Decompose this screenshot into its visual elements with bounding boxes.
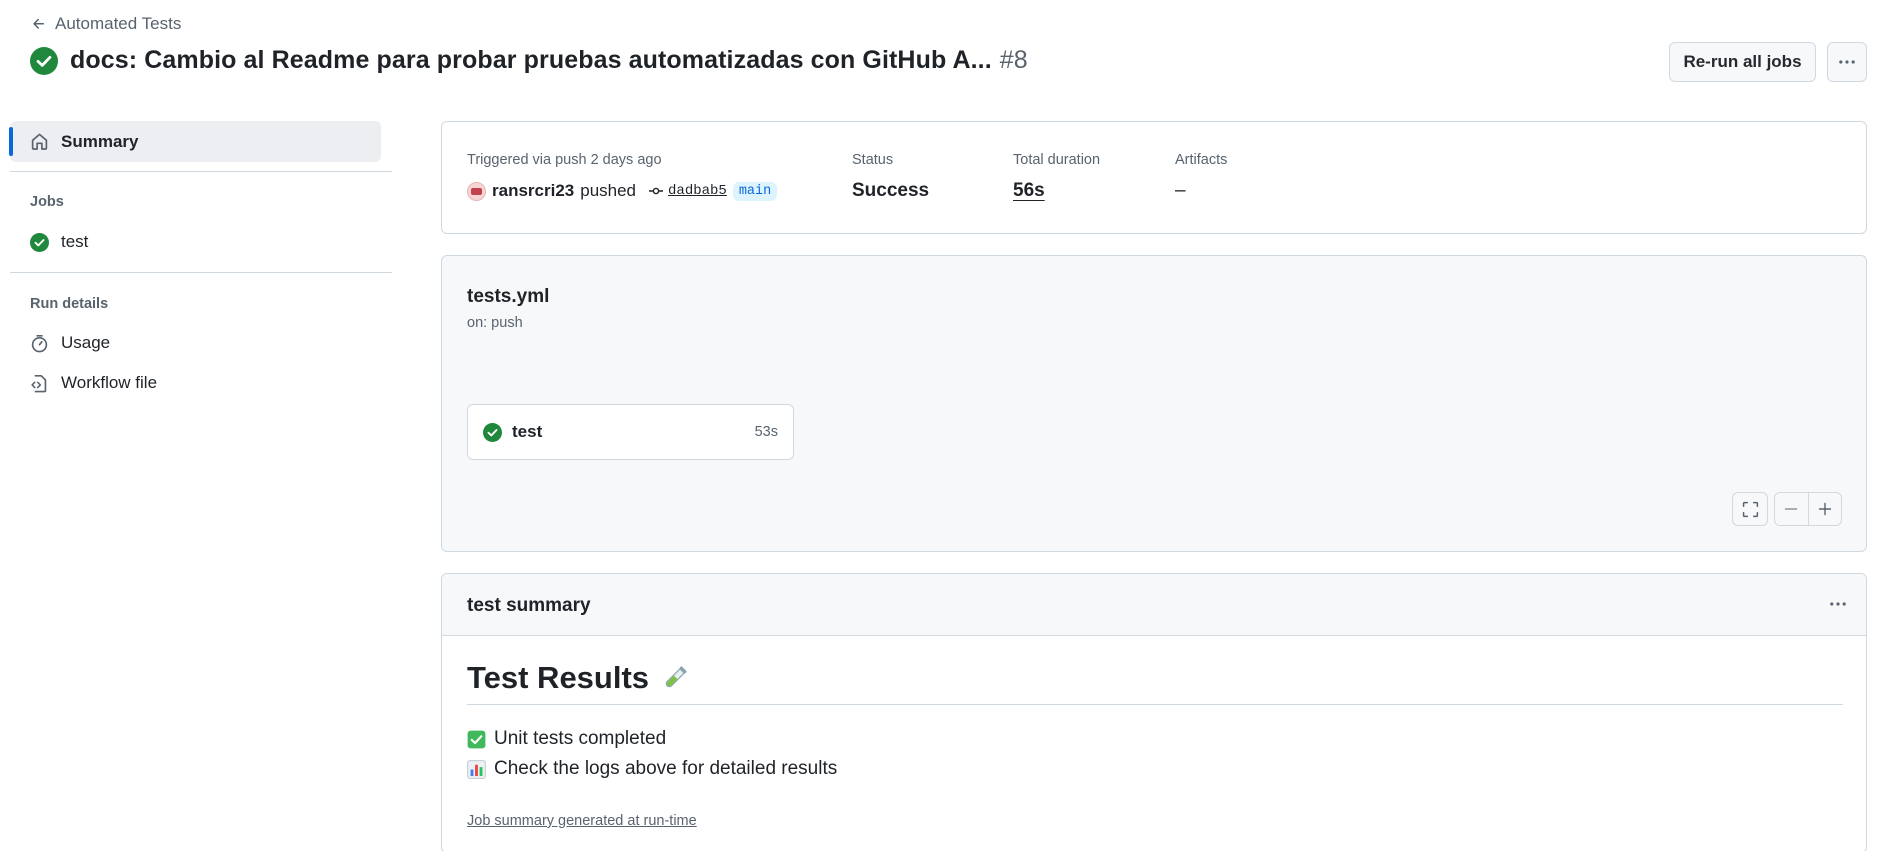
workflow-trigger: on: push bbox=[467, 315, 523, 331]
result-line: Check the logs above for detailed result… bbox=[467, 758, 837, 780]
results-heading: Test Results bbox=[467, 660, 691, 696]
artifacts-label: Artifacts bbox=[1175, 152, 1228, 168]
stopwatch-icon bbox=[31, 334, 48, 352]
job-summary-title: test summary bbox=[467, 595, 591, 616]
minus-icon bbox=[1785, 508, 1798, 510]
arrow-left-icon bbox=[33, 18, 44, 29]
back-link[interactable]: Automated Tests bbox=[31, 14, 181, 34]
run-details-heading: Run details bbox=[30, 296, 109, 312]
result-line: Unit tests completed bbox=[467, 728, 666, 750]
check-box-icon bbox=[467, 730, 486, 748]
sidebar-divider bbox=[10, 171, 392, 172]
sidebar-item-summary[interactable]: Summary bbox=[9, 121, 381, 162]
job-node-name: test bbox=[512, 422, 543, 441]
home-icon bbox=[31, 133, 48, 150]
status-value: Success bbox=[852, 180, 930, 201]
actor-link[interactable]: ransrcri23 bbox=[492, 181, 574, 201]
status-label: Status bbox=[852, 152, 894, 168]
job-summary-card: test summary Test Results Unit tests com… bbox=[441, 573, 1867, 851]
sidebar-divider bbox=[10, 272, 392, 273]
sidebar-item-summary-label: Summary bbox=[61, 131, 139, 151]
screen-full-icon bbox=[1742, 501, 1758, 517]
bar-chart-icon bbox=[467, 759, 486, 779]
trigger-label: Triggered via push 2 days ago bbox=[467, 152, 662, 168]
sidebar-item-label: test bbox=[61, 232, 89, 251]
workflow-file-name: tests.yml bbox=[467, 286, 550, 307]
sidebar-item-workflow-file[interactable]: Workflow file bbox=[30, 373, 157, 393]
git-commit-icon bbox=[649, 187, 664, 195]
push-info: ransrcri23 pushed dadbab5 main bbox=[467, 181, 778, 201]
run-metadata-card: Triggered via push 2 days ago ransrcri23… bbox=[441, 121, 1867, 234]
duration-label: Total duration bbox=[1013, 152, 1101, 168]
avatar[interactable] bbox=[467, 181, 486, 201]
job-summary-footnote-link[interactable]: Job summary generated at run-time bbox=[467, 813, 697, 829]
job-node-duration: 53s bbox=[754, 424, 778, 440]
commit-link[interactable]: dadbab5 bbox=[648, 183, 727, 199]
results-divider bbox=[467, 704, 1843, 705]
sidebar-item-job-test[interactable]: test bbox=[30, 232, 88, 252]
artifacts-value: – bbox=[1175, 180, 1186, 201]
job-summary-header: test summary bbox=[442, 574, 1866, 636]
run-number: #8 bbox=[999, 46, 1028, 74]
sidebar-item-label: Usage bbox=[61, 333, 111, 352]
rerun-all-jobs-button[interactable]: Re-run all jobs bbox=[1669, 42, 1816, 82]
push-action: pushed bbox=[580, 181, 637, 200]
summary-options-button[interactable] bbox=[1820, 587, 1856, 621]
title-text: docs: Cambio al Readme para probar prueb… bbox=[70, 46, 992, 74]
branch-badge[interactable]: main bbox=[732, 181, 778, 201]
sidebar-item-label: Workflow file bbox=[61, 373, 158, 392]
duration-link[interactable]: 56s bbox=[1013, 180, 1045, 202]
jobs-heading: Jobs bbox=[30, 194, 64, 210]
page-title: docs: Cambio al Readme para probar prueb… bbox=[70, 46, 1028, 75]
fullscreen-button[interactable] bbox=[1732, 492, 1768, 526]
zoom-in-button[interactable] bbox=[1807, 493, 1842, 525]
result-line-text: Unit tests completed bbox=[494, 728, 667, 749]
kebab-horizontal-icon bbox=[1830, 602, 1846, 606]
run-title: docs: Cambio al Readme para probar prueb… bbox=[30, 46, 1028, 75]
job-node-test[interactable]: test 53s bbox=[467, 404, 794, 460]
result-line-text: Check the logs above for detailed result… bbox=[494, 758, 838, 779]
check-circle-fill-icon bbox=[30, 46, 58, 75]
zoom-controls bbox=[1774, 492, 1842, 526]
plus-icon bbox=[1818, 502, 1831, 516]
commit-sha: dadbab5 bbox=[668, 183, 727, 199]
back-link-label: Automated Tests bbox=[55, 14, 182, 33]
more-options-button[interactable] bbox=[1827, 42, 1867, 82]
check-circle-fill-icon bbox=[483, 422, 502, 442]
test-tube-icon bbox=[665, 666, 687, 688]
results-heading-text: Test Results bbox=[467, 660, 650, 695]
check-circle-fill-icon bbox=[30, 232, 49, 252]
workflow-graph-card: tests.yml on: push test 53s bbox=[441, 255, 1867, 552]
file-code-icon bbox=[31, 374, 47, 392]
kebab-horizontal-icon bbox=[1839, 60, 1855, 64]
sidebar-item-usage[interactable]: Usage bbox=[30, 333, 110, 353]
zoom-out-button[interactable] bbox=[1775, 493, 1808, 525]
